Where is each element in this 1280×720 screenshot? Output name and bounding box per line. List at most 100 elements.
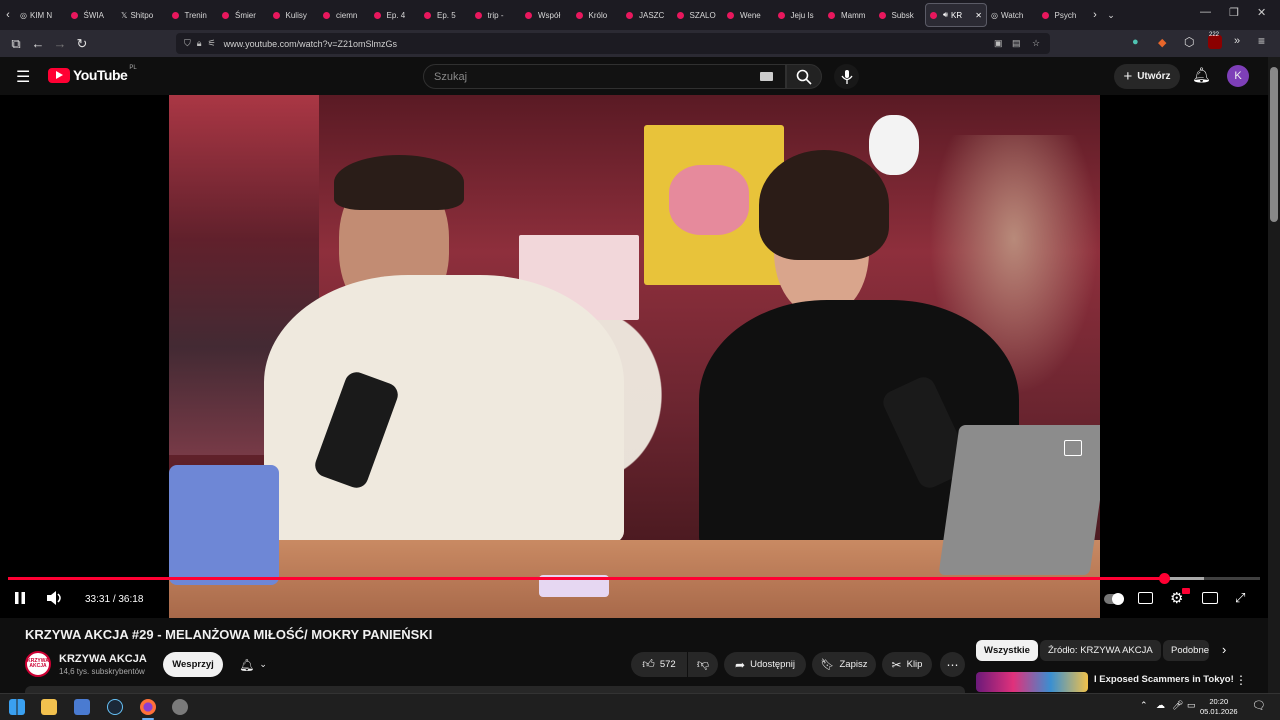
video-frame[interactable] <box>169 95 1100 618</box>
youtube-logo[interactable]: YouTube PL <box>48 65 137 83</box>
chip-all[interactable]: Wszystkie <box>976 640 1038 661</box>
extension-shield-icon[interactable]: ● <box>1132 36 1139 48</box>
browser-tab[interactable]: Królo <box>572 3 623 27</box>
clip-button[interactable]: ✂ Klip <box>882 652 932 677</box>
search-input[interactable]: Szukaj <box>423 64 786 89</box>
recommendation-title[interactable]: I Exposed Scammers in Tokyo! <box>1094 674 1234 685</box>
browser-tab[interactable]: Ep. 5 <box>420 3 471 27</box>
browser-tab[interactable]: 𝕏 Shitpo <box>117 3 168 27</box>
youtube-favicon-icon <box>373 11 381 19</box>
reader-view-icon[interactable]: ▤ <box>1012 38 1021 49</box>
extension-fox-icon[interactable]: ◆ <box>1158 36 1166 49</box>
notification-settings-button[interactable]: 🔔︎ ⌄ <box>229 652 277 677</box>
app-icon[interactable] <box>172 699 188 715</box>
firefox-icon[interactable] <box>140 699 156 715</box>
browser-tab[interactable]: Wene <box>723 3 774 27</box>
like-button[interactable]: 👍︎ 572 <box>631 652 687 677</box>
overflow-chevron-icon[interactable]: » <box>1234 35 1240 47</box>
sidebar-toggle-icon[interactable]: ⧉ <box>5 33 27 55</box>
address-bar[interactable]: ⛉ 🔒︎ ⚟ www.youtube.com/watch?v=Z21omSlmz… <box>176 33 1050 54</box>
reload-icon[interactable]: ↻ <box>71 33 93 55</box>
browser-tab[interactable]: 🔊︎ KR ✕ <box>925 3 987 27</box>
browser-tab[interactable]: Ep. 4 <box>370 3 421 27</box>
tray-cloud-icon[interactable]: ☁ <box>1156 700 1165 711</box>
windows-start-icon[interactable] <box>9 699 25 715</box>
create-button[interactable]: + Utwórz <box>1114 64 1180 89</box>
tray-mic-icon[interactable]: 🎤︎ <box>1172 700 1183 711</box>
tray-network-icon[interactable]: ▭ <box>1187 700 1196 711</box>
dislike-button[interactable]: 👎︎ <box>688 652 718 677</box>
more-actions-button[interactable]: ⋯ <box>940 652 965 677</box>
browser-tab[interactable]: Jeju Is <box>774 3 825 27</box>
fullscreen-icon[interactable]: ⤢ <box>1235 590 1245 606</box>
more-horizontal-icon: ⋯ <box>946 657 959 672</box>
file-explorer-icon[interactable] <box>41 699 57 715</box>
share-button[interactable]: ➦ Udostępnij <box>724 652 806 677</box>
tab-audio-icon[interactable]: 🔊︎ <box>943 10 948 20</box>
browser-tab[interactable]: Kulisy <box>269 3 320 27</box>
tab-list-dropdown-icon[interactable]: ⌄ <box>1102 4 1120 26</box>
browser-tab[interactable]: Śmier <box>218 3 269 27</box>
progress-played <box>8 577 1164 580</box>
forward-icon[interactable]: → <box>49 33 71 55</box>
taskbar-clock[interactable]: 20:20 05.01.2026 <box>1200 697 1238 717</box>
scrollbar-thumb[interactable] <box>1270 67 1278 222</box>
browser-tab[interactable]: Mamm <box>824 3 875 27</box>
chip-related[interactable]: Podobne <box>1163 640 1209 661</box>
autoplay-toggle[interactable] <box>1104 593 1124 605</box>
restore-window-icon[interactable]: ❐ <box>1229 6 1239 19</box>
progress-scrubber-handle[interactable] <box>1158 573 1170 584</box>
description-box[interactable] <box>25 686 965 693</box>
browser-tab[interactable]: Trenin <box>168 3 219 27</box>
browser-tab[interactable]: ciemn <box>319 3 370 27</box>
app-menu-icon[interactable]: ≡ <box>1258 34 1265 48</box>
browser-tab[interactable]: JASZC <box>622 3 673 27</box>
steam-icon[interactable] <box>107 699 123 715</box>
browser-tab-label: Kulisy <box>285 10 307 20</box>
browser-tab-label: Subsk <box>891 10 914 20</box>
save-button[interactable]: 🔖︎ Zapisz <box>812 652 876 677</box>
channel-avatar[interactable]: KRZYWA AKCJA <box>25 651 51 677</box>
support-button[interactable]: Wesprzyj <box>163 652 223 677</box>
keyboard-icon[interactable] <box>760 72 773 81</box>
video-player[interactable]: 33:31 / 36:18 ⚙ ⤢ <box>0 95 1268 618</box>
browser-tab[interactable]: SZALO <box>673 3 724 27</box>
progress-bar[interactable] <box>8 573 1260 584</box>
recommendation-menu-icon[interactable]: ⋮ <box>1235 673 1247 687</box>
minimize-window-icon[interactable]: — <box>1200 6 1211 18</box>
back-icon[interactable]: ← <box>27 33 49 55</box>
chip-source[interactable]: Źródło: KRZYWA AKCJA <box>1040 640 1161 661</box>
close-window-icon[interactable]: ✕ <box>1257 6 1266 19</box>
voice-search-button[interactable] <box>834 64 859 89</box>
browser-tab[interactable]: ◎ Watch <box>987 3 1038 27</box>
browser-tab[interactable]: Subsk <box>875 3 926 27</box>
computer-icon[interactable] <box>74 699 90 715</box>
extensions-icon[interactable]: ⬡ <box>1184 35 1194 49</box>
subtitles-button[interactable] <box>1138 592 1153 604</box>
search-button[interactable] <box>786 64 822 89</box>
tray-chevron-icon[interactable]: ⌃ <box>1140 700 1148 711</box>
picture-in-picture-icon[interactable]: ▣ <box>994 38 1003 49</box>
browser-tab[interactable]: Współ <box>521 3 572 27</box>
tabs-scroll-right-icon[interactable]: › <box>1088 4 1102 26</box>
close-tab-icon[interactable]: ✕ <box>975 11 982 20</box>
bookmark-star-icon[interactable]: ☆ <box>1032 38 1040 49</box>
chips-next-icon[interactable]: › <box>1222 642 1226 657</box>
volume-button[interactable] <box>47 591 65 605</box>
browser-tab[interactable]: Psych <box>1038 3 1089 27</box>
create-label: Utwórz <box>1137 71 1171 82</box>
guide-menu-icon[interactable]: ☰ <box>16 67 30 87</box>
tabs-scroll-left-icon[interactable]: ‹ <box>0 4 16 26</box>
browser-tab[interactable]: ◎ KIM N <box>16 3 67 27</box>
notifications-bell-icon[interactable]: 🔔︎ <box>1192 66 1211 84</box>
account-avatar[interactable]: K <box>1227 65 1249 87</box>
browser-tab[interactable]: ŚWIA <box>67 3 118 27</box>
channel-name[interactable]: KRZYWA AKCJA <box>59 653 147 665</box>
notification-center-icon[interactable]: 🗨︎ <box>1252 699 1266 712</box>
theater-mode-icon[interactable] <box>1202 592 1218 604</box>
recommendation-thumbnail[interactable] <box>976 672 1088 692</box>
pause-button[interactable] <box>13 591 27 605</box>
page-scrollbar[interactable] <box>1268 57 1280 693</box>
miniplayer-overlay-icon[interactable] <box>1064 440 1082 456</box>
browser-tab[interactable]: trip - <box>471 3 522 27</box>
